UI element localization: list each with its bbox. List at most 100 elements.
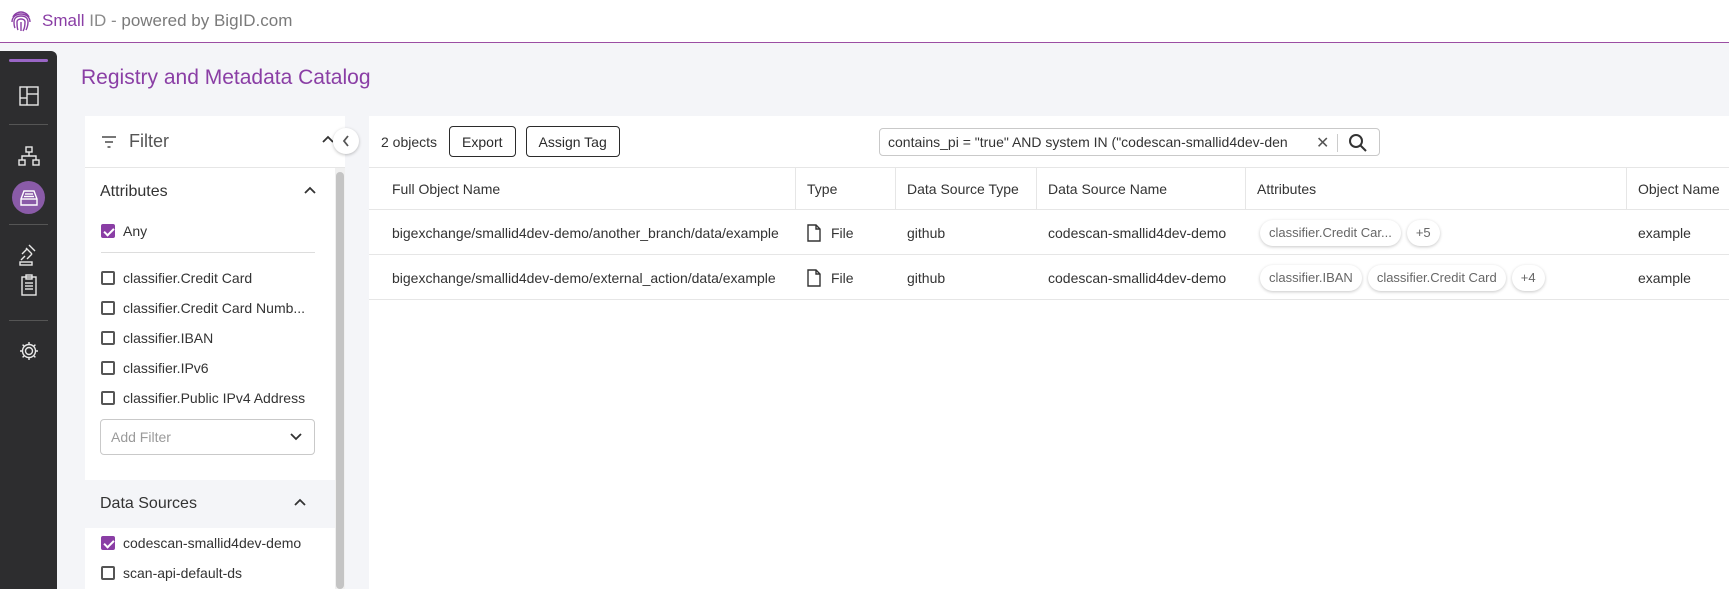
catalog-icon — [19, 189, 38, 206]
attribute-option-label: classifier.Public IPv4 Address — [123, 390, 306, 406]
filter-scrollbar-thumb[interactable] — [336, 172, 344, 589]
checkbox[interactable] — [101, 331, 115, 345]
checkbox[interactable] — [101, 224, 115, 238]
brand-name[interactable]: Small ID - powered by BigID.com — [42, 11, 292, 31]
column-header[interactable]: Type — [796, 168, 896, 210]
column-header[interactable]: Object Name — [1627, 168, 1729, 210]
search-input[interactable]: contains_pi = "true" AND system IN ("cod… — [879, 128, 1380, 156]
attribute-option[interactable]: classifier.Credit Card Numb... — [85, 293, 345, 323]
nav-divider — [9, 124, 48, 125]
data-source-option[interactable]: scan-api-default-ds — [85, 558, 335, 588]
type-cell: File — [796, 255, 854, 300]
column-header[interactable]: Data Source Type — [896, 168, 1037, 210]
divider — [101, 252, 315, 253]
dashboard-icon — [18, 85, 39, 106]
close-icon[interactable]: ✕ — [1316, 133, 1329, 153]
type-cell: File — [796, 210, 854, 255]
column-header[interactable]: Data Source Name — [1037, 168, 1246, 210]
add-filter-dropdown[interactable]: Add Filter — [100, 419, 315, 455]
gear-icon — [19, 341, 38, 360]
data-source-type-cell: github — [907, 269, 946, 286]
collapse-filter-button[interactable] — [333, 128, 359, 154]
clipboard-icon — [20, 273, 37, 296]
type-label: File — [831, 224, 854, 241]
top-bar: Small ID - powered by BigID.com — [0, 0, 1729, 43]
attribute-chip[interactable]: classifier.Credit Card — [1367, 264, 1506, 291]
attribute-option-label: classifier.IBAN — [123, 330, 214, 346]
sitemap-icon — [17, 145, 40, 166]
filter-icon — [102, 135, 116, 148]
nav-reports[interactable] — [12, 268, 45, 301]
search-icon[interactable] — [1348, 133, 1368, 153]
attribute-option-label: classifier.Credit Card — [123, 270, 253, 286]
nav-dashboard[interactable] — [12, 79, 45, 112]
object-name-cell: example — [1638, 224, 1691, 241]
nav-data-sources[interactable] — [12, 139, 45, 172]
nav-catalog[interactable] — [12, 181, 45, 214]
data-source-name-cell: codescan-smallid4dev-demo — [1048, 269, 1227, 286]
chevron-left-icon — [342, 135, 349, 147]
attributes-section-header[interactable]: Attributes — [85, 168, 345, 216]
checkbox[interactable] — [101, 361, 115, 375]
add-filter-placeholder: Add Filter — [111, 429, 171, 445]
data-source-type-cell: github — [907, 224, 946, 241]
attribute-option-label: classifier.IPv6 — [123, 360, 209, 376]
attributes-cell: classifier.Credit Car... +5 — [1249, 210, 1446, 255]
gavel-icon — [18, 244, 35, 266]
page-title: Registry and Metadata Catalog — [81, 66, 371, 89]
column-header[interactable]: Full Object Name — [369, 168, 796, 210]
export-button[interactable]: Export — [449, 126, 516, 157]
filter-title: Filter — [129, 131, 169, 151]
nav-divider — [9, 320, 48, 321]
file-icon — [807, 223, 821, 242]
data-source-name-cell: codescan-smallid4dev-demo — [1048, 224, 1227, 241]
object-name-cell: example — [1638, 269, 1691, 286]
type-label: File — [831, 269, 854, 286]
data-source-option[interactable]: codescan-smallid4dev-demo — [85, 528, 335, 558]
chevron-up-icon[interactable] — [303, 185, 317, 195]
chevron-up-icon[interactable] — [293, 497, 307, 507]
data-sources-section-header[interactable]: Data Sources — [85, 480, 335, 528]
attribute-option[interactable]: classifier.Public IPv4 Address — [85, 383, 345, 413]
search-divider — [1337, 134, 1338, 152]
nav-accent-bar — [9, 59, 48, 62]
catalog-grid: 2 objects Export Assign Tag contains_pi … — [369, 116, 1729, 589]
more-attributes-chip[interactable]: +5 — [1406, 219, 1440, 246]
nav-policies[interactable] — [12, 238, 45, 271]
filter-panel: Filter Attributes Any classifier.Credit … — [85, 116, 345, 589]
file-icon — [807, 268, 821, 287]
table-row[interactable]: bigexchange/smallid4dev-demo/external_ac… — [369, 255, 1729, 300]
checkbox[interactable] — [101, 301, 115, 315]
attribute-option[interactable]: classifier.IBAN — [85, 323, 345, 353]
attribute-any-label: Any — [123, 223, 148, 239]
column-header[interactable]: Attributes — [1246, 168, 1627, 210]
fingerprint-logo-icon — [11, 11, 31, 32]
checkbox[interactable] — [101, 566, 115, 580]
search-query[interactable]: contains_pi = "true" AND system IN ("cod… — [888, 134, 1308, 150]
checkbox[interactable] — [101, 271, 115, 285]
attribute-any-option[interactable]: Any — [85, 216, 345, 246]
brand-app-name: Small — [42, 11, 85, 30]
attribute-chip[interactable]: classifier.Credit Car... — [1260, 219, 1401, 246]
data-source-option-label: codescan-smallid4dev-demo — [123, 535, 302, 551]
nav-settings[interactable] — [12, 334, 45, 367]
checkbox[interactable] — [101, 391, 115, 405]
left-nav — [0, 51, 57, 589]
filter-header: Filter — [85, 116, 345, 168]
attributes-cell: classifier.IBAN classifier.Credit Card +… — [1249, 255, 1551, 300]
table-header: Full Object Name Type Data Source Type D… — [369, 168, 1729, 210]
brand-tagline: powered by BigID.com — [121, 11, 293, 30]
more-attributes-chip[interactable]: +4 — [1511, 264, 1545, 291]
table-row[interactable]: bigexchange/smallid4dev-demo/another_bra… — [369, 210, 1729, 255]
attribute-option[interactable]: classifier.IPv6 — [85, 353, 345, 383]
assign-tag-button[interactable]: Assign Tag — [525, 126, 620, 157]
checkbox[interactable] — [101, 536, 115, 550]
full-object-name-cell[interactable]: bigexchange/smallid4dev-demo/external_ac… — [381, 255, 776, 300]
attributes-heading: Attributes — [100, 183, 168, 200]
attribute-option-label: classifier.Credit Card Numb... — [123, 300, 306, 316]
data-source-option-label: scan-api-default-ds — [123, 565, 243, 581]
attribute-chip[interactable]: classifier.IBAN — [1260, 264, 1362, 291]
attribute-option[interactable]: classifier.Credit Card — [85, 263, 345, 293]
object-count: 2 objects — [381, 133, 438, 150]
full-object-name-cell[interactable]: bigexchange/smallid4dev-demo/another_bra… — [381, 210, 779, 255]
